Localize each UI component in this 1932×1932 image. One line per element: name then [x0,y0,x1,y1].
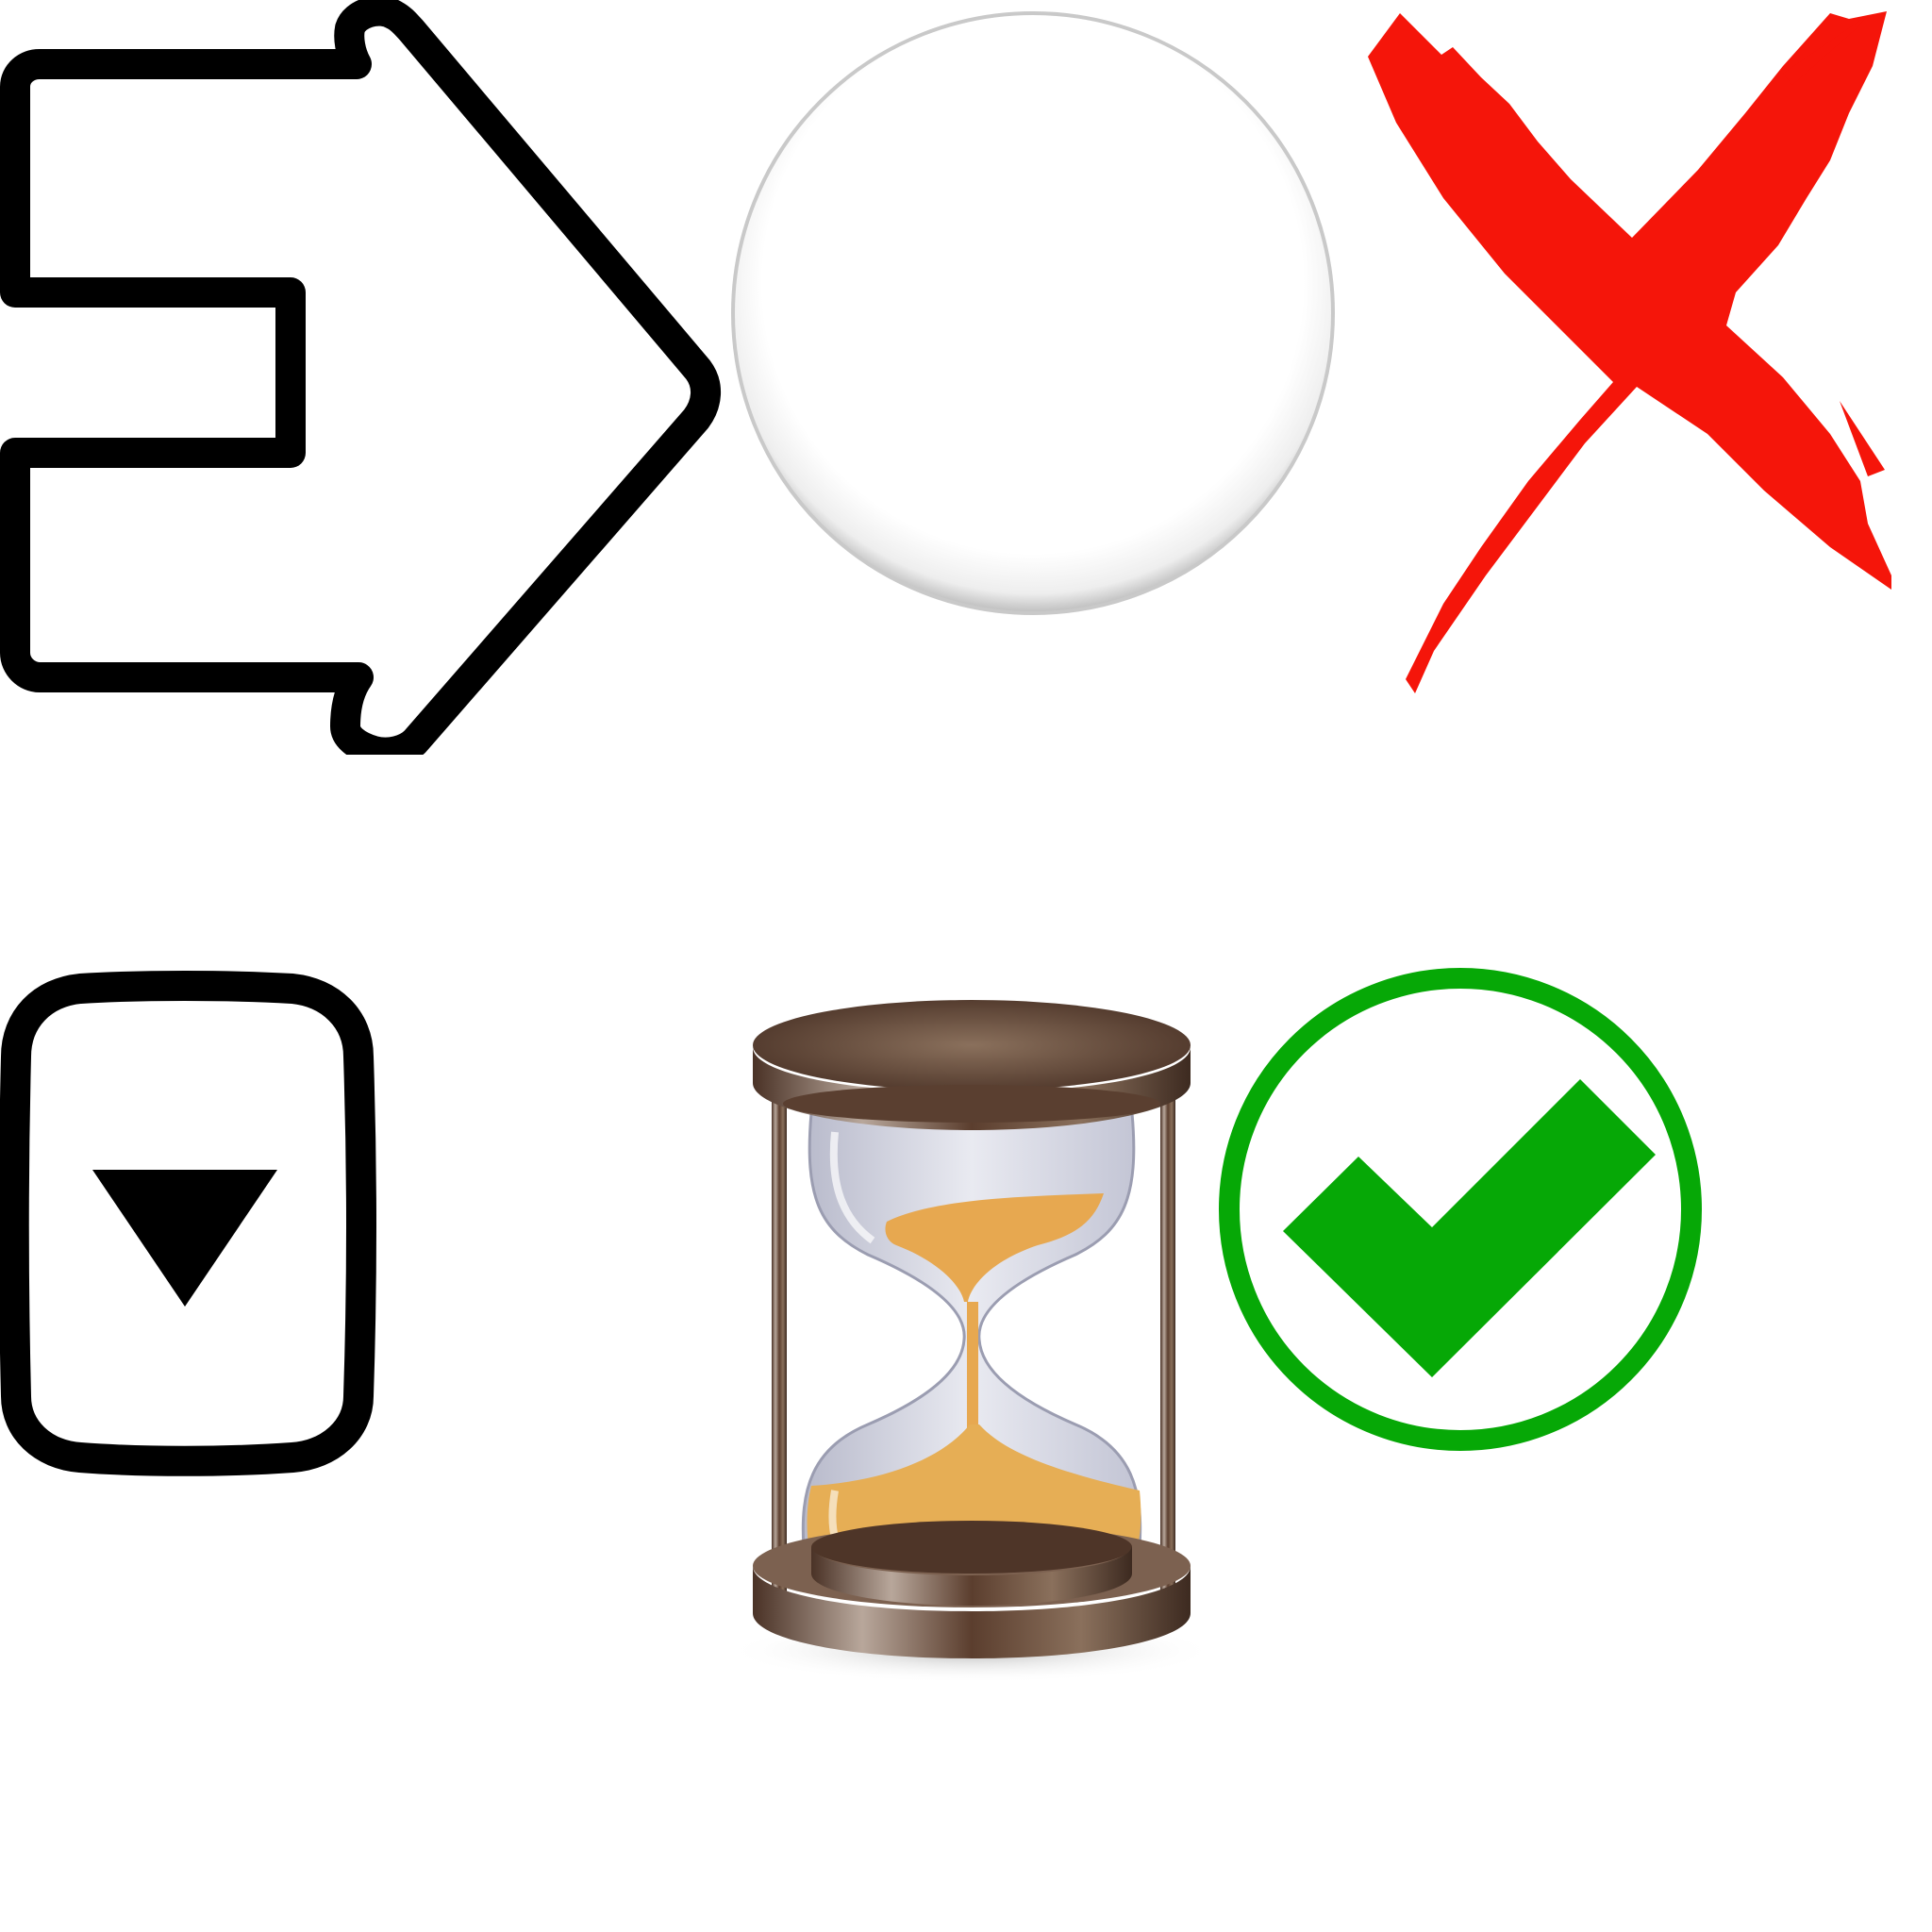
arrow-right-outline-icon[interactable] [0,0,726,755]
dropdown-triangle-button-icon[interactable] [0,962,377,1491]
green-checkmark-icon[interactable] [1217,962,1726,1472]
hourglass-icon [717,962,1226,1698]
red-x-close-icon[interactable] [1340,0,1924,717]
glossy-bubble-icon[interactable] [726,0,1349,632]
